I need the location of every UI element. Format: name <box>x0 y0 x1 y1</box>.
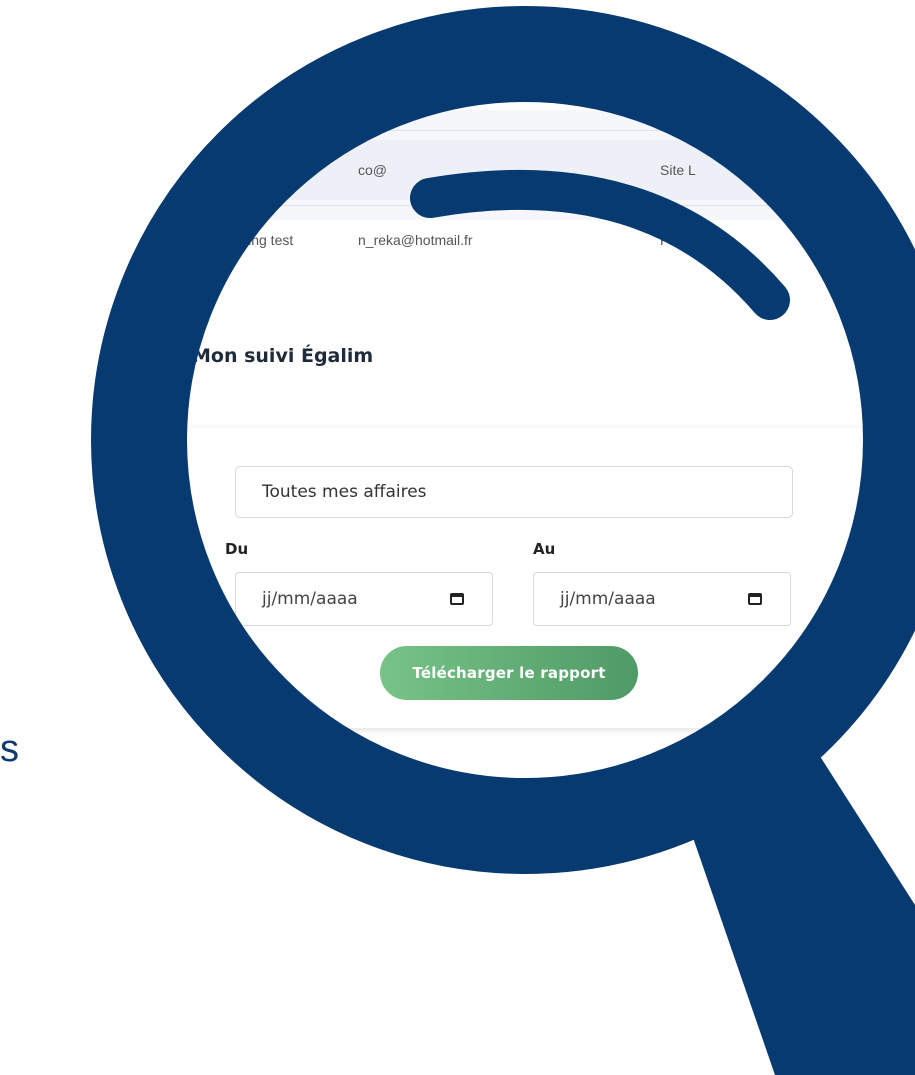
magnifying-glass-icon <box>91 6 915 1075</box>
lens-ring <box>91 6 915 874</box>
lens-glare-arc <box>410 169 790 320</box>
page: s co@ Site L ling test n_reka@hotmail.fr… <box>0 0 915 1075</box>
